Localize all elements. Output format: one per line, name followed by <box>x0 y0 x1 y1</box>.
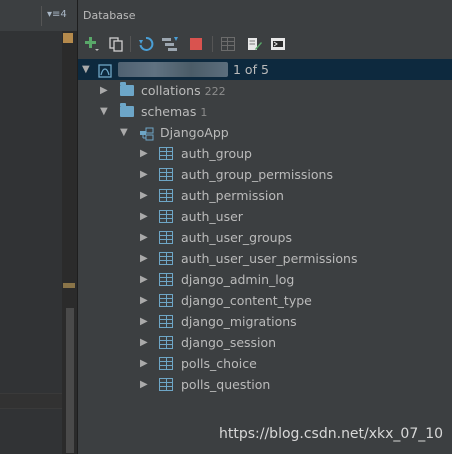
collapsed-arrow-icon[interactable]: ▶ <box>140 143 148 164</box>
tree-node-collations[interactable]: ▶ collations 222 <box>78 80 452 101</box>
warning-marker[interactable] <box>63 33 73 43</box>
table-name: auth_permission <box>181 188 284 203</box>
collapsed-arrow-icon[interactable]: ▶ <box>140 290 148 311</box>
table-row[interactable]: ▶ auth_group_permissions <box>78 164 452 185</box>
editor-gutter <box>0 31 62 454</box>
collapsed-arrow-icon[interactable]: ▶ <box>140 227 148 248</box>
tab-list-menu[interactable]: ▾≡4 <box>47 9 67 20</box>
collapsed-arrow-icon[interactable]: ▶ <box>140 374 148 395</box>
database-panel: Database ▼ 1 of 5 ▶ collations 222 ▼ sch… <box>78 0 452 454</box>
table-icon <box>159 315 173 328</box>
table-icon <box>159 210 173 223</box>
collapsed-arrow-icon[interactable]: ▶ <box>140 353 148 374</box>
toolbar-separator <box>130 36 131 52</box>
stop-icon[interactable] <box>186 34 206 54</box>
error-stripe-marker[interactable] <box>63 283 75 288</box>
table-row[interactable]: ▶ polls_question <box>78 374 452 395</box>
table-name: auth_group_permissions <box>181 167 333 182</box>
table-row[interactable]: ▶ auth_user_user_permissions <box>78 248 452 269</box>
redacted-datasource-name <box>118 62 228 77</box>
collapsed-arrow-icon[interactable]: ▶ <box>140 269 148 290</box>
table-icon <box>159 168 173 181</box>
panel-title-bar: Database <box>78 0 452 31</box>
collapsed-arrow-icon[interactable]: ▶ <box>140 206 148 227</box>
collations-count: 222 <box>204 85 226 98</box>
table-icon <box>159 189 173 202</box>
editor-scrollbar[interactable] <box>66 308 74 453</box>
folder-icon <box>120 103 134 117</box>
table-name: django_session <box>181 335 277 350</box>
table-name: auth_user <box>181 209 243 224</box>
header-divider <box>41 6 42 26</box>
collations-label: collations <box>141 83 201 98</box>
table-view-icon[interactable] <box>218 34 238 54</box>
console-icon[interactable] <box>268 34 288 54</box>
edit-icon[interactable] <box>244 34 264 54</box>
table-name: polls_question <box>181 377 271 392</box>
table-icon <box>159 357 173 370</box>
database-toolbar <box>78 31 452 57</box>
table-icon <box>159 273 173 286</box>
table-name: auth_group <box>181 146 252 161</box>
schema-sync-icon[interactable] <box>160 34 180 54</box>
collapsed-arrow-icon[interactable]: ▶ <box>140 311 148 332</box>
schema-icon <box>139 126 154 141</box>
table-row[interactable]: ▶ auth_user <box>78 206 452 227</box>
table-row[interactable]: ▶ django_content_type <box>78 290 452 311</box>
schemas-label: schemas <box>141 104 197 119</box>
expanded-arrow-icon[interactable]: ▼ <box>100 101 108 122</box>
tree-node-schema-djangoapp[interactable]: ▼ DjangoApp <box>78 122 452 143</box>
table-name: auth_user_groups <box>181 230 292 245</box>
datasource-icon <box>98 63 112 78</box>
schemas-count: 1 <box>200 106 208 119</box>
table-icon <box>159 231 173 244</box>
table-name: django_content_type <box>181 293 312 308</box>
editor-header: ▾≡4 <box>0 0 77 32</box>
table-icon <box>159 336 173 349</box>
panel-title: Database <box>83 9 136 22</box>
collapsed-arrow-icon[interactable]: ▶ <box>100 80 108 101</box>
table-row[interactable]: ▶ django_migrations <box>78 311 452 332</box>
table-name: django_admin_log <box>181 272 295 287</box>
table-row[interactable]: ▶ polls_choice <box>78 353 452 374</box>
table-icon <box>159 294 173 307</box>
table-row[interactable]: ▶ auth_permission <box>78 185 452 206</box>
tree-node-schemas[interactable]: ▼ schemas 1 <box>78 101 452 122</box>
schema-label: DjangoApp <box>160 125 229 140</box>
copy-icon[interactable] <box>106 34 126 54</box>
table-row[interactable]: ▶ django_admin_log <box>78 269 452 290</box>
editor-pane: ▾≡4 <box>0 0 77 454</box>
table-icon <box>159 147 173 160</box>
expanded-arrow-icon[interactable]: ▼ <box>120 122 128 143</box>
folder-icon <box>120 82 134 96</box>
table-row[interactable]: ▶ auth_group <box>78 143 452 164</box>
table-row[interactable]: ▶ django_session <box>78 332 452 353</box>
table-name: django_migrations <box>181 314 297 329</box>
current-line-highlight <box>0 393 62 409</box>
table-row[interactable]: ▶ auth_user_groups <box>78 227 452 248</box>
datasource-page-info: 1 of 5 <box>233 62 269 77</box>
table-icon <box>159 378 173 391</box>
collapsed-arrow-icon[interactable]: ▶ <box>140 332 148 353</box>
add-icon[interactable] <box>82 34 102 54</box>
table-name: polls_choice <box>181 356 257 371</box>
table-icon <box>159 252 173 265</box>
refresh-icon[interactable] <box>136 34 156 54</box>
collapsed-arrow-icon[interactable]: ▶ <box>140 248 148 269</box>
expanded-arrow-icon[interactable]: ▼ <box>82 59 90 80</box>
toolbar-separator <box>212 36 213 52</box>
collapsed-arrow-icon[interactable]: ▶ <box>140 164 148 185</box>
collapsed-arrow-icon[interactable]: ▶ <box>140 185 148 206</box>
tree-root-datasource[interactable]: ▼ 1 of 5 <box>78 59 452 80</box>
watermark-text: https://blog.csdn.net/xkx_07_10 <box>219 426 444 442</box>
table-name: auth_user_user_permissions <box>181 251 358 266</box>
